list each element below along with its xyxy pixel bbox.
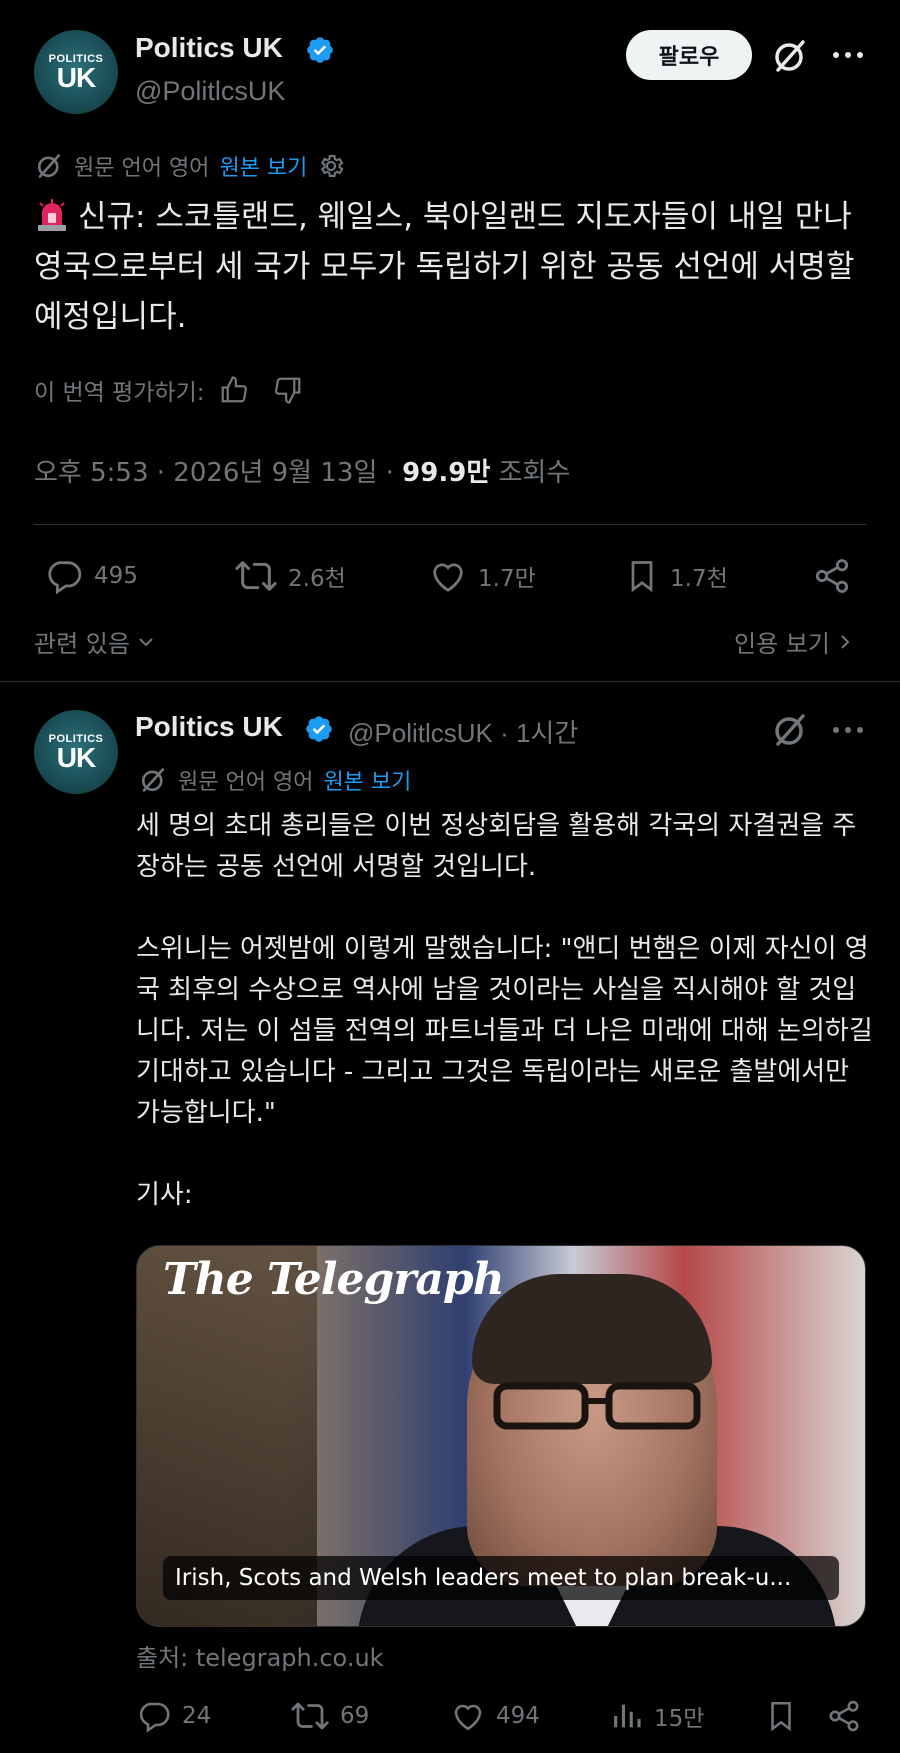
repost-icon [291,1702,329,1730]
like-count: 1.7만 [478,566,536,592]
card-caption: Irish, Scots and Welsh leaders meet to p… [163,1556,839,1600]
settings-gear-icon[interactable] [317,152,345,180]
divider [34,524,866,525]
follow-button[interactable]: 팔로우 [626,30,752,80]
reply-button[interactable]: 24 [136,1698,211,1734]
post-text-content: 신규: 스코틀랜드, 웨일스, 북아일랜드 지도자들이 내일 만나 영국으로부터… [34,199,855,335]
share-icon[interactable] [826,1698,862,1734]
reply-button[interactable]: 495 [44,556,138,596]
analytics-icon [614,1704,641,1728]
view-original-link[interactable]: 원본 보기 [219,150,307,182]
rate-translation: 이 번역 평가하기: [34,373,303,407]
share-icon[interactable] [812,556,852,596]
reply-post-text: 세 명의 초대 총리들은 이번 정상회담을 활용해 각국의 자결권을 주장하는 … [136,811,873,1210]
section-divider [0,681,900,682]
post-metadata: 오후 5:53 · 2026년 9월 13일 · 99.9만 조회수 [34,452,570,489]
translate-icon [141,768,165,792]
reply-icon [48,561,82,595]
author-handle-and-time[interactable]: @PolitlcsUK · 1시간 [348,713,578,750]
more-options-icon[interactable] [830,45,866,65]
chevron-right-icon [841,634,850,649]
thumbs-down-icon[interactable] [273,375,303,405]
avatar-text-big: UK [56,62,96,93]
grok-icon[interactable] [770,710,810,750]
translation-info: 원문 언어 영어 원본 보기 [138,764,411,796]
siren-emoji-icon [38,199,66,231]
bookmark-icon[interactable] [764,1698,798,1734]
rate-translation-label: 이 번역 평가하기: [34,380,205,406]
like-count: 494 [496,1703,540,1729]
bookmark-count: 1.7천 [670,566,728,592]
repost-button[interactable]: 69 [290,1698,369,1734]
link-preview-card[interactable]: The Telegraph Irish, Scots and Welsh lea… [136,1245,866,1627]
related-dropdown[interactable]: 관련 있음 [34,624,156,659]
like-button[interactable]: 494 [450,1698,540,1734]
avatar[interactable]: POLITICS UK [34,710,118,794]
more-options-icon[interactable] [830,720,866,740]
author-name[interactable]: Politics UK [135,32,283,64]
repost-button[interactable]: 2.6천 [234,556,346,596]
thumbs-up-icon[interactable] [219,375,249,405]
like-button[interactable]: 1.7만 [428,556,536,596]
heart-icon [433,563,463,592]
quotes-label: 인용 보기 [734,630,830,658]
chevron-down-icon [139,637,153,646]
card-photo-hair [472,1274,712,1384]
views-count: 99.9만 [402,458,491,488]
card-photo-glasses [493,1382,701,1430]
views-count: 15만 [654,1706,705,1732]
avatar[interactable]: POLITICS UK [34,30,118,114]
bookmark-button[interactable]: 1.7천 [624,556,728,596]
translate-icon [37,154,61,178]
translation-info: 원문 언어 영어 원본 보기 [34,150,345,182]
verified-badge-icon [307,37,333,63]
original-language-label: 원문 언어 영어 [178,770,314,795]
views-button[interactable]: 15만 [610,1698,704,1734]
reply-icon [139,1702,170,1733]
view-quotes-link[interactable]: 인용 보기 [734,624,854,659]
bookmark-icon [631,561,653,593]
author-name[interactable]: Politics UK [135,711,283,743]
views-label: 조회수 [490,458,571,488]
repost-count: 69 [340,1703,370,1729]
avatar-text-big: UK [56,742,96,773]
repost-count: 2.6천 [288,566,346,592]
grok-icon[interactable] [770,36,810,76]
view-original-link[interactable]: 원본 보기 [323,764,411,796]
reply-count: 495 [94,563,138,589]
card-caption-text: Irish, Scots and Welsh leaders meet to p… [175,1565,792,1591]
related-label: 관련 있음 [34,630,130,658]
post-timestamp[interactable]: 오후 5:53 · 2026년 9월 13일 · [34,458,402,488]
reply-count: 24 [182,1703,212,1729]
author-handle[interactable]: @PolitlcsUK [135,76,285,107]
original-language-label: 원문 언어 영어 [74,156,210,181]
repost-icon [235,561,277,591]
link-source[interactable]: 출처: telegraph.co.uk [136,1638,384,1673]
telegraph-logo: The Telegraph [163,1254,505,1305]
post-text: 신규: 스코틀랜드, 웨일스, 북아일랜드 지도자들이 내일 만나 영국으로부터… [34,192,874,342]
verified-badge-icon [306,716,332,742]
heart-icon [454,1704,482,1731]
